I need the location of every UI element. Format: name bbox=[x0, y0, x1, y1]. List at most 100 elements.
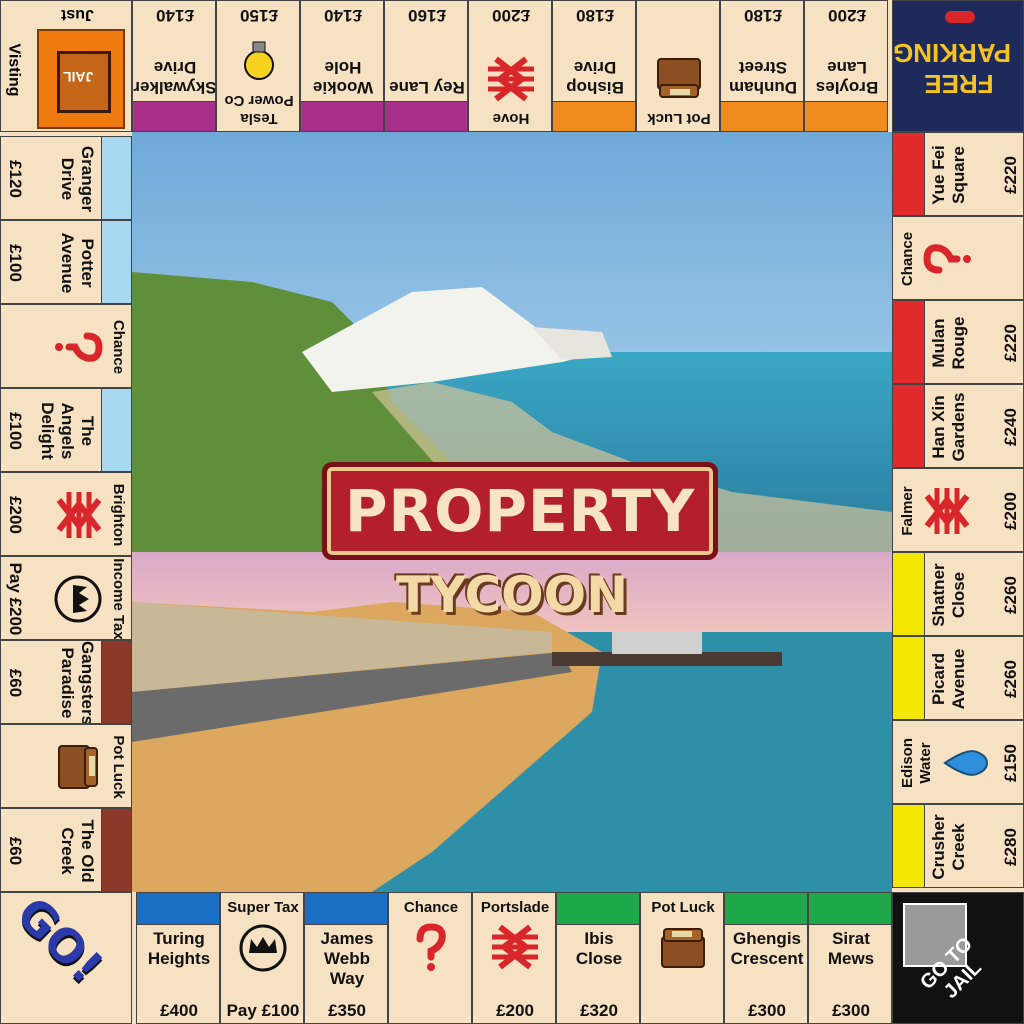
tile-falmer[interactable]: Falmer £200 bbox=[892, 468, 1024, 552]
price-label: £60 bbox=[6, 668, 25, 698]
property-name: Yue Fei Square bbox=[929, 145, 968, 205]
free-parking-line1: FREE bbox=[924, 69, 994, 99]
price-label: £350 bbox=[328, 1001, 366, 1020]
price-label: £150 bbox=[1001, 744, 1020, 782]
tile-content: Portslade £200 bbox=[473, 893, 555, 1023]
tile-han-xin-gardens[interactable]: Han Xin Gardens £240 bbox=[892, 384, 1024, 468]
color-band bbox=[809, 893, 891, 925]
corner-go[interactable]: GO! bbox=[0, 892, 132, 1024]
color-band bbox=[305, 893, 387, 925]
tile-shatner-close[interactable]: Shatner Close £260 bbox=[892, 552, 1024, 636]
tile-granger-drive[interactable]: Granger Drive £120 bbox=[0, 136, 132, 220]
tile-content: Turing Heights £400 bbox=[137, 893, 219, 1023]
center-artwork: PROPERTY TYCOON bbox=[132, 132, 892, 892]
tile-content: Chance bbox=[1, 305, 131, 387]
color-band bbox=[133, 101, 215, 131]
tile-pot-luck[interactable]: Pot Luck bbox=[640, 892, 724, 1024]
rail-icon bbox=[53, 486, 103, 544]
tile-content: Potter Avenue £100 bbox=[1, 221, 131, 303]
tile-chance[interactable]: Chance bbox=[388, 892, 472, 1024]
property-name: Ibis Close bbox=[575, 929, 623, 968]
color-band bbox=[893, 133, 925, 215]
tile-skywalker-drive[interactable]: Skywalker Drive £140 bbox=[132, 0, 216, 132]
tile-sirat-mews[interactable]: Sirat Mews £300 bbox=[808, 892, 892, 1024]
tile-income-tax[interactable]: Income Tax Pay £200 bbox=[0, 556, 132, 640]
space-label: Pot Luck bbox=[110, 735, 127, 799]
property-name: Turing Heights bbox=[147, 929, 211, 968]
tile-chance[interactable]: Chance bbox=[892, 216, 1024, 300]
tile-portslade[interactable]: Portslade £200 bbox=[472, 892, 556, 1024]
tile-rey-lane[interactable]: Rey Lane £160 bbox=[384, 0, 468, 132]
tile-content: Mulan Rouge £220 bbox=[893, 301, 1023, 383]
property-name: Potter Avenue bbox=[58, 232, 97, 294]
logo-tycoon-text: TYCOON bbox=[395, 566, 629, 624]
color-band bbox=[101, 137, 131, 219]
tile-dunham-street[interactable]: Dunham Street £180 bbox=[720, 0, 804, 132]
tile-content: Tesla Power Co £150 bbox=[217, 1, 299, 131]
tile-edison-water[interactable]: Edison Water £150 bbox=[892, 720, 1024, 804]
tile-the-old-creek[interactable]: The Old Creek £60 bbox=[0, 808, 132, 892]
tile-the-angels-delight[interactable]: The Angels Delight £100 bbox=[0, 388, 132, 472]
tile-content: Bishop Drive £180 bbox=[553, 1, 635, 131]
tile-picard-avenue[interactable]: Picard Avenue £260 bbox=[892, 636, 1024, 720]
tile-super-tax[interactable]: Super Tax Pay £100 bbox=[220, 892, 304, 1024]
tile-gangsters-paradise[interactable]: Gangsters Paradise £60 bbox=[0, 640, 132, 724]
corner-free-parking[interactable]: FREE PARKING bbox=[892, 0, 1024, 132]
price-label: £150 bbox=[240, 6, 278, 25]
tile-turing-heights[interactable]: Turing Heights £400 bbox=[136, 892, 220, 1024]
tile-yue-fei-square[interactable]: Yue Fei Square £220 bbox=[892, 132, 1024, 216]
color-band bbox=[893, 805, 925, 887]
space-label: Pot Luck bbox=[651, 899, 715, 916]
tile-pot-luck[interactable]: Pot Luck bbox=[636, 0, 720, 132]
tile-crusher-creek[interactable]: Crusher Creek £280 bbox=[892, 804, 1024, 888]
tile-broyles-lane[interactable]: Broyles Lane £200 bbox=[804, 0, 888, 132]
tile-content: Chance bbox=[893, 217, 1023, 299]
tile-content: Wookie Hole £140 bbox=[301, 1, 383, 131]
tile-chance[interactable]: Chance bbox=[0, 304, 132, 388]
property-name: Shatner Close bbox=[929, 563, 968, 627]
color-band bbox=[301, 101, 383, 131]
space-label: Super Tax bbox=[227, 899, 299, 916]
tile-mulan-rouge[interactable]: Mulan Rouge £220 bbox=[892, 300, 1024, 384]
property-name: Crusher Creek bbox=[929, 814, 968, 880]
tax-amount: Pay £100 bbox=[226, 1001, 300, 1020]
go-label: GO! bbox=[6, 892, 114, 994]
price-label: £220 bbox=[1001, 156, 1020, 194]
logo-property-plate: PROPERTY bbox=[322, 462, 719, 560]
jail-just-label: Just bbox=[61, 6, 94, 23]
tile-hove[interactable]: Hove £200 bbox=[468, 0, 552, 132]
property-name: Dunham Street bbox=[729, 58, 797, 97]
tile-potter-avenue[interactable]: Potter Avenue £100 bbox=[0, 220, 132, 304]
free-parking-line2: PARKING bbox=[893, 38, 1011, 68]
tile-content: Granger Drive £120 bbox=[1, 137, 131, 219]
space-label: Falmer bbox=[899, 486, 916, 536]
corner-jail[interactable]: JAIL Just Visting bbox=[0, 0, 132, 132]
color-band bbox=[893, 301, 925, 383]
color-band bbox=[893, 553, 925, 635]
tile-content: Picard Avenue £260 bbox=[893, 637, 1023, 719]
price-label: £400 bbox=[160, 1001, 198, 1020]
property-name: Rey Lane bbox=[389, 78, 465, 97]
tile-bishop-drive[interactable]: Bishop Drive £180 bbox=[552, 0, 636, 132]
tile-content: The Angels Delight £100 bbox=[1, 389, 131, 471]
tile-content: Super Tax Pay £100 bbox=[221, 893, 303, 1023]
water-drop-icon bbox=[941, 734, 991, 792]
tile-wookie-hole[interactable]: Wookie Hole £140 bbox=[300, 0, 384, 132]
tile-ibis-close[interactable]: Ibis Close £320 bbox=[556, 892, 640, 1024]
price-label: £180 bbox=[576, 6, 614, 25]
color-band bbox=[893, 385, 925, 467]
tile-tesla-power-co[interactable]: Tesla Power Co £150 bbox=[216, 0, 300, 132]
property-name: Ghengis Crescent bbox=[730, 929, 804, 968]
color-band bbox=[893, 637, 925, 719]
tile-content: Yue Fei Square £220 bbox=[893, 133, 1023, 215]
game-logo: PROPERTY TYCOON bbox=[322, 462, 719, 624]
corner-go-to-jail[interactable]: GO TO JAIL bbox=[892, 892, 1024, 1024]
crown-icon bbox=[53, 570, 103, 628]
rail-icon bbox=[482, 53, 540, 103]
tile-pot-luck[interactable]: Pot Luck bbox=[0, 724, 132, 808]
tile-ghengis-crescent[interactable]: Ghengis Crescent £300 bbox=[724, 892, 808, 1024]
tile-brighton[interactable]: Brighton £200 bbox=[0, 472, 132, 556]
chest-icon bbox=[650, 53, 708, 103]
price-label: £120 bbox=[6, 160, 25, 198]
tile-james-webb-way[interactable]: James Webb Way £350 bbox=[304, 892, 388, 1024]
